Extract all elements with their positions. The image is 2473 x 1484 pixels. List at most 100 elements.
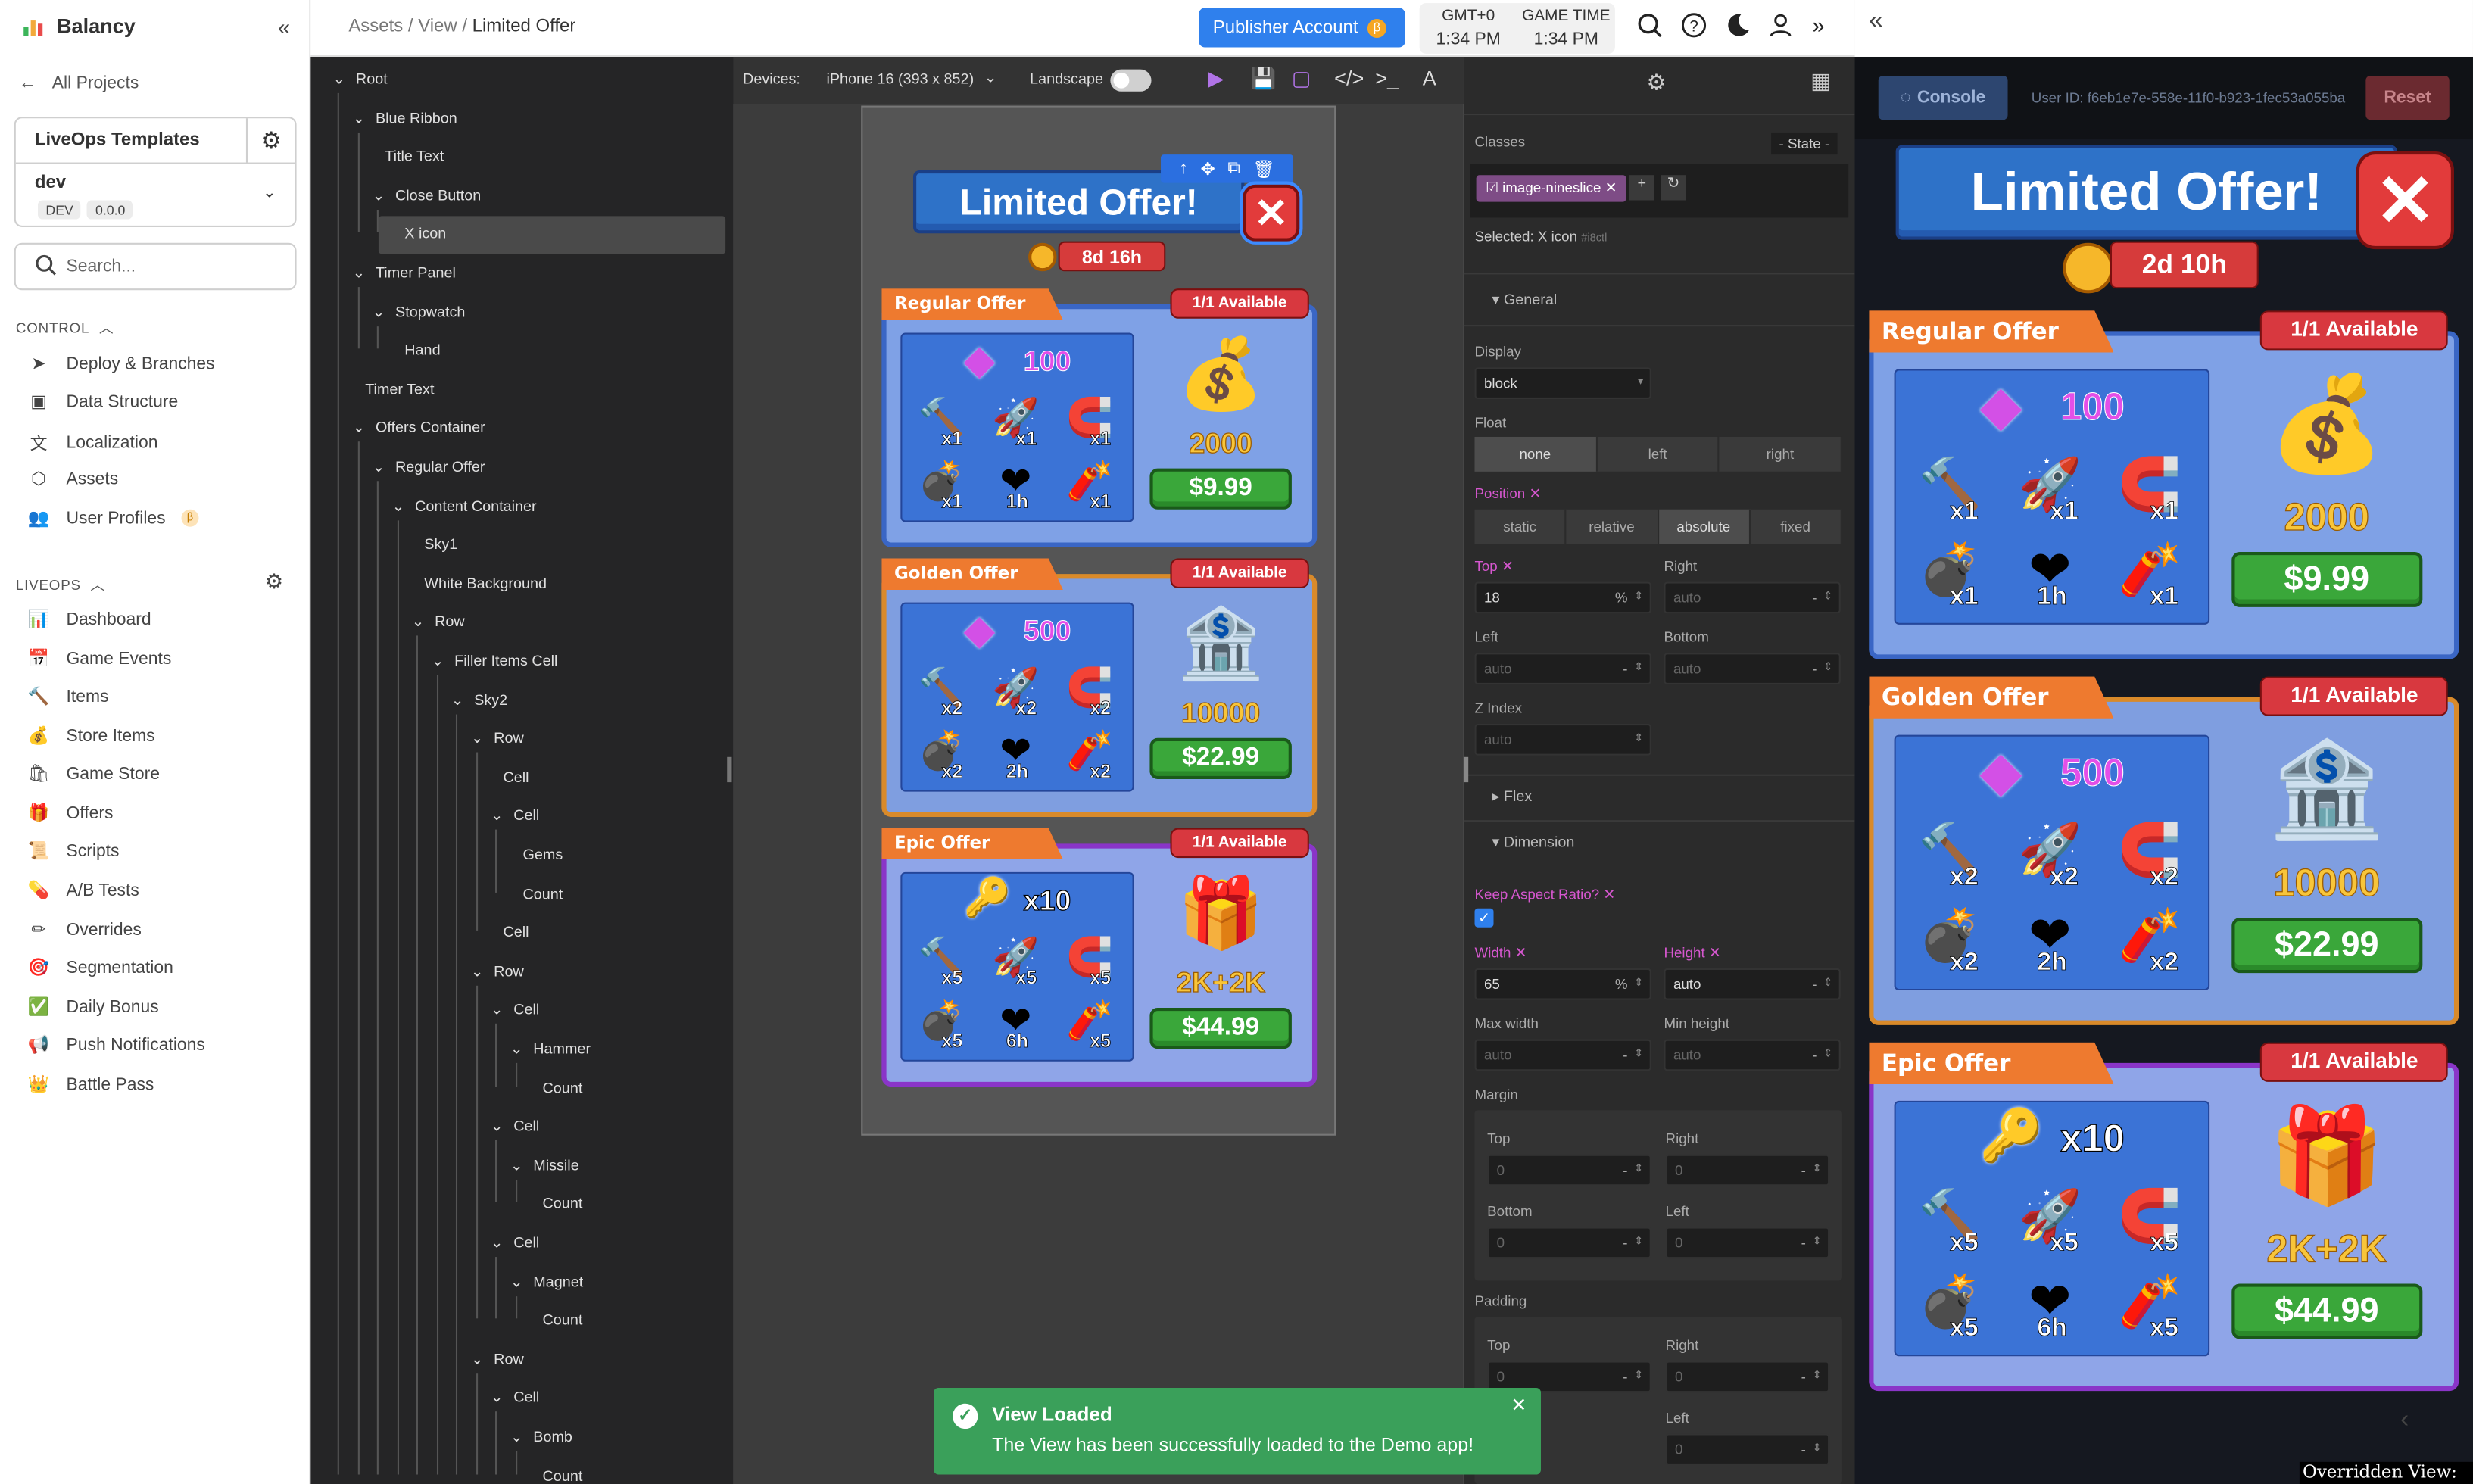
tree-expand-chevron-icon[interactable]: ⌄ xyxy=(353,110,370,127)
brand[interactable]: Balancy xyxy=(22,14,136,38)
class-chip[interactable]: ☑ image-nineslice ✕ xyxy=(1476,175,1626,202)
move-icon[interactable]: ✥ xyxy=(1201,158,1215,179)
expand-right-icon[interactable]: » xyxy=(1812,13,1824,38)
tree-expand-chevron-icon[interactable]: ⌄ xyxy=(510,1041,527,1058)
play-icon[interactable]: ▶ xyxy=(1208,66,1224,91)
margin-bottom-input[interactable]: 0 - ⇕ xyxy=(1487,1227,1651,1259)
general-section-toggle[interactable]: ▾ General xyxy=(1492,292,1557,309)
code-icon[interactable]: </> xyxy=(1334,66,1364,89)
chevron-down-icon[interactable]: ⌄ xyxy=(263,185,276,202)
tree-node[interactable]: ⌄ Cell xyxy=(491,999,540,1024)
stepper-icon[interactable]: ⇕ xyxy=(1634,725,1643,753)
stepper-icon[interactable]: ⇕ xyxy=(1634,1041,1643,1069)
chevron-left-icon[interactable]: ‹ xyxy=(2400,1407,2409,1435)
tree-expand-chevron-icon[interactable]: ⌄ xyxy=(510,1157,527,1174)
tree-node[interactable]: ⌄ Hammer xyxy=(510,1038,591,1063)
tree-expand-chevron-icon[interactable]: ⌄ xyxy=(373,304,389,321)
tree-node[interactable]: ⌄ Offers Container xyxy=(353,417,485,442)
tree-node[interactable]: X icon xyxy=(404,223,446,248)
tree-node[interactable]: ⌄ Content Container xyxy=(392,494,537,519)
dimension-section-toggle[interactable]: ▾ Dimension xyxy=(1492,834,1574,852)
terminal-icon[interactable]: >_ xyxy=(1375,66,1399,89)
tree-node[interactable]: ⌄ Cell xyxy=(491,1387,540,1412)
bounding-box-icon[interactable]: ▢ xyxy=(1292,66,1311,91)
reset-button[interactable]: Reset xyxy=(2365,75,2450,120)
tree-scrollbar[interactable] xyxy=(727,756,732,783)
float-right[interactable]: right xyxy=(1720,436,1842,472)
tree-node[interactable]: Cell xyxy=(503,921,529,946)
tree-node[interactable]: ⌄ Cell xyxy=(491,1232,540,1257)
project-settings-gear-icon[interactable]: ⚙ xyxy=(245,118,295,163)
padding-left-input[interactable]: 0 - ⇕ xyxy=(1665,1433,1830,1466)
publisher-account-button[interactable]: Publisher Account β xyxy=(1199,8,1405,48)
tree-expand-chevron-icon[interactable]: ⌄ xyxy=(491,808,507,825)
collapse-preview-icon[interactable]: « xyxy=(1869,8,1883,36)
right-input[interactable]: auto - ⇕ xyxy=(1664,581,1841,614)
tree-expand-chevron-icon[interactable]: ⌄ xyxy=(392,497,409,515)
stepper-icon[interactable]: ⇕ xyxy=(1634,1229,1643,1257)
bottom-input[interactable]: auto - ⇕ xyxy=(1664,653,1841,684)
tree-node[interactable]: ⌄ Regular Offer xyxy=(373,456,485,481)
tree-node[interactable]: ⌄ Filler Items Cell xyxy=(432,650,558,675)
tree-expand-chevron-icon[interactable]: ⌄ xyxy=(373,187,389,204)
stepper-icon[interactable]: ⇕ xyxy=(1634,1363,1643,1391)
liveops-settings-gear-icon[interactable]: ⚙ xyxy=(265,569,283,594)
nav-store-items[interactable]: 💰 Store Items xyxy=(27,725,155,746)
panel-resize-handle[interactable] xyxy=(1463,756,1469,783)
tree-node[interactable]: ⌄ Bomb xyxy=(510,1426,572,1451)
nav-ab-tests[interactable]: 💊 A/B Tests xyxy=(27,880,139,900)
stepper-icon[interactable]: ⇕ xyxy=(1634,970,1643,998)
search-icon[interactable] xyxy=(1637,13,1662,45)
nav-localization[interactable]: 文 Localization xyxy=(27,431,158,456)
arrow-up-icon[interactable]: ↑ xyxy=(1179,159,1187,178)
tree-expand-chevron-icon[interactable]: ⌄ xyxy=(353,265,370,282)
trash-icon[interactable]: 🗑 xyxy=(1252,158,1274,179)
tree-expand-chevron-icon[interactable]: ⌄ xyxy=(471,1352,488,1369)
stepper-icon[interactable]: ⇕ xyxy=(1823,654,1832,682)
price-button[interactable]: $44.99 xyxy=(2231,1284,2423,1340)
price-button[interactable]: $22.99 xyxy=(1149,737,1292,779)
crumb-view[interactable]: View xyxy=(418,17,457,36)
tree-node[interactable]: ⌄ Sky2 xyxy=(451,688,507,713)
tree-node[interactable]: ⌄ Row xyxy=(471,728,524,753)
position-absolute[interactable]: absolute xyxy=(1658,509,1751,544)
nav-game-events[interactable]: 📅 Game Events xyxy=(27,648,172,669)
tree-node[interactable]: Timer Text xyxy=(365,378,434,403)
tree-expand-chevron-icon[interactable]: ⌄ xyxy=(491,1235,507,1252)
sync-icon[interactable]: ↻ xyxy=(1661,175,1686,201)
tree-expand-chevron-icon[interactable]: ⌄ xyxy=(451,692,468,709)
keep-aspect-checkbox[interactable]: ✓ xyxy=(1474,908,1494,928)
price-button[interactable]: $22.99 xyxy=(2231,918,2423,974)
tree-expand-chevron-icon[interactable]: ⌄ xyxy=(471,731,488,748)
tree-node[interactable]: Count xyxy=(543,1464,583,1484)
tree-expand-chevron-icon[interactable]: ⌄ xyxy=(510,1429,527,1446)
stepper-icon[interactable]: ⇕ xyxy=(1813,1229,1822,1257)
tree-expand-chevron-icon[interactable]: ⌄ xyxy=(353,420,370,438)
tree-node[interactable]: Count xyxy=(522,883,563,908)
nav-segmentation[interactable]: 🎯 Segmentation xyxy=(27,957,173,977)
stepper-icon[interactable]: ⇕ xyxy=(1823,1041,1832,1069)
tree-node[interactable]: ⌄ Timer Panel xyxy=(353,262,456,287)
nav-push-notifications[interactable]: 📢 Push Notifications xyxy=(27,1034,205,1055)
margin-left-input[interactable]: 0 - ⇕ xyxy=(1665,1227,1830,1259)
stepper-icon[interactable]: ⇕ xyxy=(1634,584,1643,612)
nav-game-store[interactable]: 🛍 Game Store xyxy=(27,763,160,784)
price-button[interactable]: $9.99 xyxy=(2231,552,2423,608)
tree-node[interactable]: ⌄ Close Button xyxy=(373,184,482,209)
help-icon[interactable]: ? xyxy=(1681,13,1707,45)
tree-node[interactable]: ⌄ Blue Ribbon xyxy=(353,107,457,132)
layout-grid-icon[interactable]: ▦ xyxy=(1810,68,1832,95)
tree-expand-chevron-icon[interactable]: ⌄ xyxy=(471,963,488,980)
nav-deploy-branches[interactable]: ➤ Deploy & Branches xyxy=(27,354,214,374)
add-class-icon[interactable]: + xyxy=(1629,175,1654,201)
text-icon[interactable]: A xyxy=(1423,66,1436,89)
position-static[interactable]: static xyxy=(1475,509,1567,544)
stepper-icon[interactable]: ⇕ xyxy=(1634,1156,1643,1184)
price-button[interactable]: $44.99 xyxy=(1149,1007,1292,1049)
tree-expand-chevron-icon[interactable]: ⌄ xyxy=(332,71,349,89)
tree-expand-chevron-icon[interactable]: ⌄ xyxy=(510,1274,527,1291)
all-projects-link[interactable]: ← All Projects xyxy=(19,74,139,93)
collapse-sidebar-icon[interactable]: « xyxy=(278,14,290,39)
tree-node[interactable]: Hand xyxy=(404,339,440,364)
control-section-header[interactable]: CONTROL ︿ xyxy=(16,317,114,338)
